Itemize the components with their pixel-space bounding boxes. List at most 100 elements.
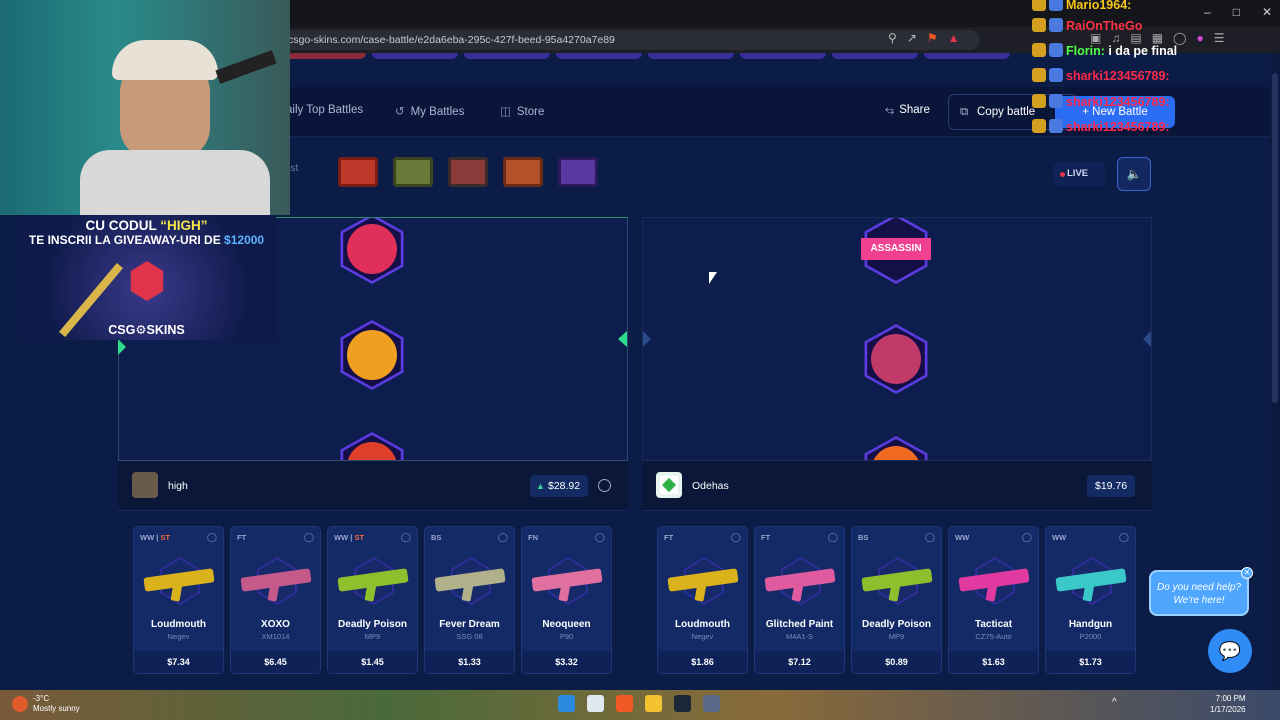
case-green[interactable] (393, 157, 433, 187)
chat-message: sharki123456789: (1032, 94, 1170, 116)
item-name: Deadly Poison (338, 619, 407, 630)
marker-right-2 (1143, 331, 1151, 347)
system-tray: ^ (1112, 697, 1117, 708)
item-weapon: Negev (691, 632, 714, 641)
case-chip[interactable] (556, 53, 642, 59)
item-name: Neoqueen (542, 619, 591, 630)
weather-icon[interactable] (12, 696, 28, 712)
share-page-icon[interactable]: ↗ (907, 31, 917, 45)
task-view-icon[interactable] (587, 695, 604, 712)
avatar[interactable] (656, 472, 682, 498)
nav-store[interactable]: ◫ Store (500, 104, 544, 118)
chat-badge-icon (1032, 18, 1046, 32)
case-orange[interactable] (503, 157, 543, 187)
app-icon[interactable] (703, 695, 720, 712)
page-scrollbar[interactable] (1270, 53, 1280, 690)
chat-username[interactable]: Mario1964: (1066, 0, 1131, 12)
zoom-icon[interactable]: ⚲ (888, 31, 897, 45)
chat-username[interactable]: sharki123456789: (1066, 95, 1170, 109)
item-card[interactable]: FT ◯ Glitched Paint M4A1-S $7.12 (754, 526, 845, 674)
steam-icon[interactable] (674, 695, 691, 712)
item-card[interactable]: WW | ST ◯ Loudmouth Negev $7.34 (133, 526, 224, 674)
shield-icon[interactable]: ◯ (925, 532, 935, 543)
case-red[interactable] (338, 157, 378, 187)
chat-username[interactable]: sharki123456789: (1066, 120, 1170, 134)
maximize-icon[interactable]: □ (1233, 5, 1240, 19)
shield-icon[interactable]: ◯ (207, 532, 217, 543)
chat-badge-icon (1049, 68, 1063, 82)
item-card[interactable]: FT ◯ Loudmouth Negev $1.86 (657, 526, 748, 674)
close-help-icon[interactable]: ✕ (1241, 567, 1253, 579)
brave-icon[interactable] (616, 695, 633, 712)
support-chat-button[interactable]: 💬 (1208, 629, 1252, 673)
shield-icon[interactable]: ◯ (498, 532, 508, 543)
weapon-image (860, 553, 935, 613)
item-price: $1.45 (328, 651, 417, 673)
weather-widget[interactable]: -3°C Mostly sunny (33, 694, 80, 714)
item-condition: WW (1052, 533, 1067, 542)
item-price: $1.63 (949, 651, 1038, 673)
close-icon[interactable]: ✕ (1262, 5, 1272, 19)
case-chip[interactable] (280, 53, 366, 59)
player-total: ▲ $28.92 (530, 475, 589, 497)
chat-badge-icon (1049, 0, 1063, 11)
item-card[interactable]: FT ◯ XOXO XM1014 $6.45 (230, 526, 321, 674)
item-price: $6.45 (231, 651, 320, 673)
case-purple[interactable] (558, 157, 598, 187)
chat-badge-icon (1049, 43, 1063, 57)
shield-icon[interactable]: ◯ (401, 532, 411, 543)
item-card[interactable]: WW ◯ Tacticat CZ75-Auto $1.63 (948, 526, 1039, 674)
case-chip[interactable] (740, 53, 826, 59)
help-bubble[interactable]: Do you need help? We're here! (1149, 570, 1249, 616)
address-bar[interactable]: csgo-skins.com/case-battle/e2da6eba-295c… (270, 30, 980, 50)
case-chip[interactable] (464, 53, 550, 59)
item-card[interactable]: WW ◯ Handgun P2000 $1.73 (1045, 526, 1136, 674)
share-button[interactable]: ⥃ Share (885, 104, 930, 117)
item-card[interactable]: FN ◯ Neoqueen P90 $3.32 (521, 526, 612, 674)
sound-toggle-button[interactable]: 🔈 (1117, 157, 1151, 191)
shield-icon[interactable]: ◯ (828, 532, 838, 543)
case-chip[interactable] (832, 53, 918, 59)
file-explorer-icon[interactable] (645, 695, 662, 712)
item-name: XOXO (261, 619, 290, 630)
shield-icon[interactable]: ◯ (1119, 532, 1129, 543)
start-icon[interactable] (558, 695, 575, 712)
weapon-image (1054, 553, 1129, 613)
shield-icon[interactable]: ◯ (1022, 532, 1032, 543)
taskbar-clock[interactable]: 7:00 PM 1/17/2026 (1210, 693, 1246, 715)
shield-icon[interactable]: ◯ (731, 532, 741, 543)
chat-username[interactable]: sharki123456789: (1066, 69, 1170, 83)
item-card[interactable]: WW | ST ◯ Deadly Poison MP9 $1.45 (327, 526, 418, 674)
streamer-webcam (0, 0, 290, 215)
weapon-image (433, 553, 508, 613)
chat-username[interactable]: RaiOnTheGo (1066, 19, 1142, 33)
brave-shield-icon[interactable]: ⚑ (927, 31, 938, 45)
nav-my-battles[interactable]: ↺ My Battles (395, 104, 464, 118)
avatar[interactable] (132, 472, 158, 498)
live-badge[interactable]: LIVE (1053, 162, 1105, 186)
scrollbar-thumb[interactable] (1272, 73, 1278, 403)
chevron-up-icon[interactable]: ^ (1112, 697, 1117, 708)
item-card[interactable]: BS ◯ Deadly Poison MP9 $0.89 (851, 526, 942, 674)
item-weapon: MP9 (364, 632, 381, 641)
case-chip[interactable] (924, 53, 1010, 59)
item-card[interactable]: BS ◯ Fever Dream SSG 08 $1.33 (424, 526, 515, 674)
chat-badge-icon (1049, 119, 1063, 133)
shield-icon[interactable]: ◯ (595, 532, 605, 543)
rewards-icon[interactable]: ▲ (948, 31, 960, 45)
csgo-skins-logo: CSG⚙SKINS (108, 323, 185, 337)
chat-message: Florin: i da pe final (1032, 43, 1177, 65)
player-name[interactable]: Odehas (692, 480, 729, 492)
case-dark-red[interactable] (448, 157, 488, 187)
weapon-image (142, 553, 217, 613)
emoji-icon[interactable] (598, 479, 611, 492)
case-chip[interactable] (372, 53, 458, 59)
spinner-item (337, 432, 407, 460)
item-weapon: SSG 08 (456, 632, 483, 641)
chat-username[interactable]: Florin: (1066, 44, 1105, 58)
nav-daily-top-battles[interactable]: aily Top Battles (286, 104, 363, 116)
case-chip[interactable] (648, 53, 734, 59)
player-name[interactable]: high (168, 480, 188, 492)
item-condition: BS (858, 533, 869, 542)
shield-icon[interactable]: ◯ (304, 532, 314, 543)
